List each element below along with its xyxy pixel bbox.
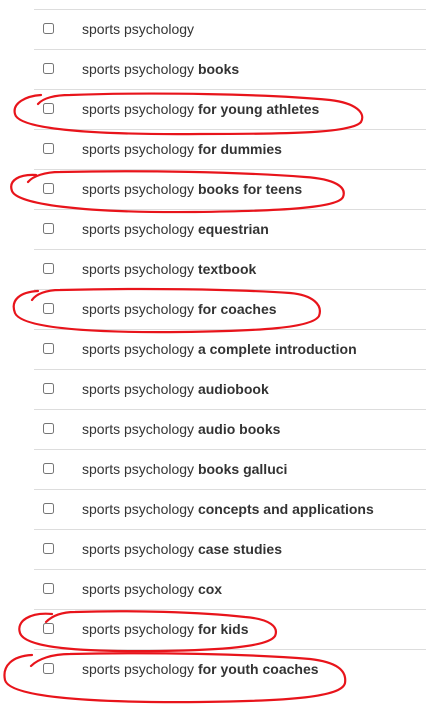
term-checkbox[interactable] <box>43 423 54 434</box>
term-suffix: equestrian <box>197 221 269 237</box>
term-suffix: for coaches <box>197 301 277 317</box>
term-label: sports psychology audiobook <box>82 381 269 398</box>
term-checkbox[interactable] <box>43 223 54 234</box>
term-label: sports psychology concepts and applicati… <box>82 501 374 518</box>
term-checkbox[interactable] <box>43 623 54 634</box>
term-checkbox[interactable] <box>43 183 54 194</box>
list-item[interactable]: sports psychology textbook <box>34 250 426 290</box>
term-label: sports psychology equestrian <box>82 221 269 238</box>
term-label: sports psychology books galluci <box>82 461 287 478</box>
term-checkbox[interactable] <box>43 503 54 514</box>
term-label: sports psychology audio books <box>82 421 280 438</box>
term-label: sports psychology <box>82 21 194 38</box>
list-item[interactable]: sports psychology audio books <box>34 410 426 450</box>
term-checkbox[interactable] <box>43 103 54 114</box>
term-label: sports psychology case studies <box>82 541 282 558</box>
term-label: sports psychology books <box>82 61 239 78</box>
term-stem: sports psychology <box>82 461 195 477</box>
term-checkbox[interactable] <box>43 583 54 594</box>
term-checkbox[interactable] <box>43 383 54 394</box>
term-stem: sports psychology <box>82 381 195 397</box>
list-item[interactable]: sports psychology books galluci <box>34 450 426 490</box>
list-item[interactable]: sports psychology books for teens <box>34 170 426 210</box>
term-stem: sports psychology <box>82 101 195 117</box>
term-checkbox[interactable] <box>43 263 54 274</box>
term-suffix: for youth coaches <box>197 661 319 677</box>
term-suffix: books for teens <box>197 181 303 197</box>
term-label: sports psychology for kids <box>82 621 249 638</box>
term-stem: sports psychology <box>82 581 195 597</box>
term-label: sports psychology textbook <box>82 261 256 278</box>
term-suffix: books galluci <box>197 461 288 477</box>
term-stem: sports psychology <box>82 501 195 517</box>
term-suffix: audiobook <box>197 381 269 397</box>
list-item[interactable]: sports psychology for kids <box>34 610 426 650</box>
term-suffix: textbook <box>197 261 257 277</box>
list-item[interactable]: sports psychology <box>34 10 426 50</box>
term-suffix: for kids <box>197 621 249 637</box>
list-item[interactable]: sports psychology concepts and applicati… <box>34 490 426 530</box>
term-suffix: concepts and applications <box>197 501 374 517</box>
list-item[interactable]: sports psychology equestrian <box>34 210 426 250</box>
term-label: sports psychology for young athletes <box>82 101 319 118</box>
list-item[interactable]: sports psychology for coaches <box>34 290 426 330</box>
term-checkbox[interactable] <box>43 143 54 154</box>
term-stem: sports psychology <box>82 661 195 677</box>
list-item[interactable]: sports psychology cox <box>34 570 426 610</box>
term-checkbox[interactable] <box>43 63 54 74</box>
term-stem: sports psychology <box>82 61 195 77</box>
list-item[interactable]: sports psychology books <box>34 50 426 90</box>
term-suffix: a complete introduction <box>197 341 357 357</box>
list-item[interactable]: sports psychology a complete introductio… <box>34 330 426 370</box>
list-item[interactable]: sports psychology for dummies <box>34 130 426 170</box>
term-checkbox[interactable] <box>43 663 54 674</box>
term-label: sports psychology for youth coaches <box>82 661 319 678</box>
term-suffix: audio books <box>197 421 281 437</box>
list-item[interactable]: sports psychology case studies <box>34 530 426 570</box>
term-suffix: books <box>197 61 240 77</box>
term-suffix: cox <box>197 581 223 597</box>
term-stem: sports psychology <box>82 341 195 357</box>
list-item[interactable]: sports psychology for youth coaches <box>34 650 426 689</box>
search-term-list: sports psychology sports psychology book… <box>34 9 426 689</box>
term-stem: sports psychology <box>82 621 195 637</box>
list-item[interactable]: sports psychology audiobook <box>34 370 426 410</box>
term-label: sports psychology cox <box>82 581 222 598</box>
term-label: sports psychology books for teens <box>82 181 302 198</box>
term-label: sports psychology for dummies <box>82 141 282 158</box>
term-suffix: for young athletes <box>197 101 320 117</box>
term-stem: sports psychology <box>82 221 195 237</box>
term-suffix: case studies <box>197 541 283 557</box>
term-checkbox[interactable] <box>43 463 54 474</box>
term-stem: sports psychology <box>82 21 195 37</box>
term-checkbox[interactable] <box>43 23 54 34</box>
list-item[interactable]: sports psychology for young athletes <box>34 90 426 130</box>
term-label: sports psychology for coaches <box>82 301 277 318</box>
term-suffix: for dummies <box>197 141 282 157</box>
term-stem: sports psychology <box>82 301 195 317</box>
term-stem: sports psychology <box>82 421 195 437</box>
term-checkbox[interactable] <box>43 343 54 354</box>
term-stem: sports psychology <box>82 541 195 557</box>
term-checkbox[interactable] <box>43 543 54 554</box>
term-checkbox[interactable] <box>43 303 54 314</box>
term-label: sports psychology a complete introductio… <box>82 341 357 358</box>
term-stem: sports psychology <box>82 181 195 197</box>
term-stem: sports psychology <box>82 261 195 277</box>
term-stem: sports psychology <box>82 141 195 157</box>
